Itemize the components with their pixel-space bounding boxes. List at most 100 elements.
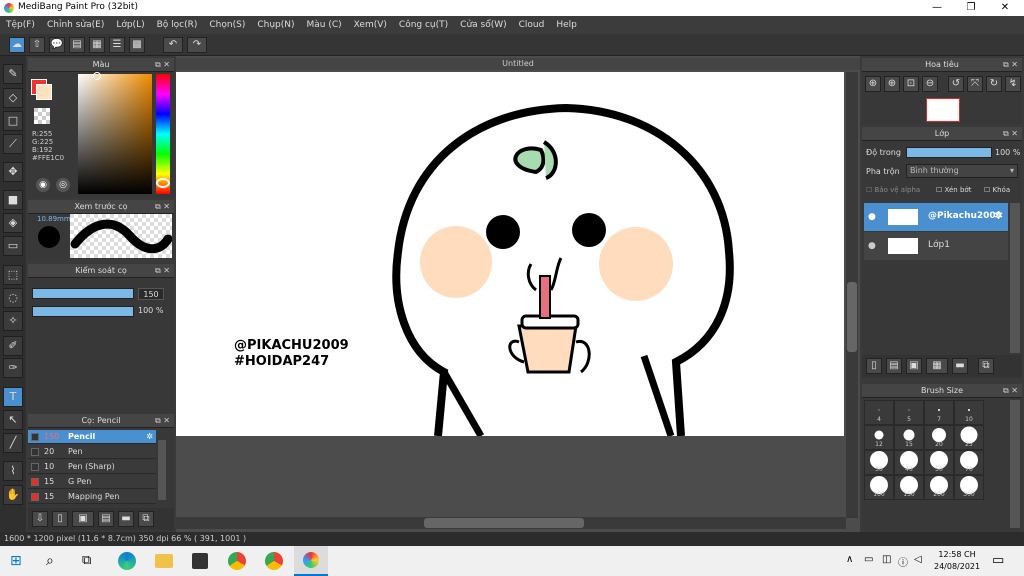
panel-close-icon[interactable]: ⧉ ✕ (1003, 58, 1018, 72)
new-color-layer-icon[interactable]: ▤ (886, 358, 902, 374)
undo-icon[interactable]: ↶ (163, 37, 183, 53)
rotate-left-icon[interactable]: ↺ (948, 76, 964, 92)
brush-size-cell[interactable]: 12 (864, 425, 894, 450)
zoom-out-icon[interactable]: ⊖ (922, 76, 938, 92)
brush-tool-icon[interactable]: ✎ (3, 64, 23, 84)
zoom-in-icon[interactable]: ⊕ (865, 76, 881, 92)
fill-rect-tool-icon[interactable]: ■ (3, 190, 23, 210)
saturation-value-picker[interactable] (78, 74, 152, 194)
brush-size-cell[interactable]: 10 (954, 400, 984, 425)
panel-close-icon[interactable]: ⧉ ✕ (155, 200, 170, 214)
windows-start-icon[interactable]: ⊞ (10, 553, 26, 569)
brush-size-cell[interactable]: 7 (924, 400, 954, 425)
move-tool-icon[interactable]: ✥ (3, 162, 23, 182)
text-tool-icon[interactable]: T (3, 387, 23, 407)
layer-list-scrollbar[interactable] (1010, 203, 1020, 353)
zoom-in-alt-icon[interactable]: ⊕ (884, 76, 900, 92)
operation-tool-icon[interactable]: ↖ (3, 410, 23, 430)
canvas-tab[interactable]: Untitled (176, 58, 860, 70)
select-eraser-tool-icon[interactable]: ✑ (3, 358, 23, 378)
brush-item-g-pen[interactable]: 15 G Pen (28, 475, 156, 489)
panel-close-icon[interactable]: ⧉ ✕ (155, 414, 170, 428)
menu-view[interactable]: Xem(V) (348, 16, 393, 34)
menu-window[interactable]: Cửa sổ(W) (454, 16, 512, 34)
battery-icon[interactable]: ▭ (864, 554, 873, 565)
speaker-icon[interactable]: ◁ (914, 554, 922, 565)
task-view-icon[interactable]: ⧉ (82, 553, 91, 569)
lasso-tool-icon[interactable]: ◌ (3, 288, 23, 308)
chrome-icon[interactable] (228, 552, 246, 570)
bucket-tool-icon[interactable]: ◈ (3, 213, 23, 233)
eyedropper-tool-icon[interactable]: ⌇ (3, 461, 23, 481)
add-brush-menu-icon[interactable]: ▣ (72, 511, 94, 527)
menu-color[interactable]: Màu (C) (301, 16, 348, 34)
chat-icon[interactable]: 💬 (49, 37, 65, 53)
store-icon[interactable] (192, 553, 208, 569)
reset-view-icon[interactable]: ↯ (1005, 76, 1021, 92)
lock-checkbox[interactable]: ☐ Khóa (984, 186, 1010, 194)
eraser-tool-icon[interactable]: ◇ (3, 88, 23, 108)
clock[interactable]: 12:58 CH 24/08/2021 (934, 549, 980, 573)
layer-add-menu-icon[interactable]: ▦ (926, 358, 948, 374)
chevron-up-icon[interactable]: ∧ (846, 554, 853, 565)
search-icon[interactable]: ⌕ (46, 553, 54, 569)
brush-size-cell[interactable]: 150 (894, 475, 924, 500)
panel-close-icon[interactable]: ⧉ ✕ (1003, 384, 1018, 398)
comment-icon[interactable]: ▤ (69, 37, 85, 53)
brush-size-cell[interactable]: 25 (954, 425, 984, 450)
menu-layer[interactable]: Lớp(L) (110, 16, 150, 34)
brush-size-cell[interactable]: 4 (864, 400, 894, 425)
list-icon[interactable]: ☰ (109, 37, 125, 53)
blend-mode-select[interactable]: Bình thường ▾ (906, 164, 1018, 178)
transparent-swatch[interactable] (34, 108, 50, 124)
clip-checkbox[interactable]: ☐ Xén bớt (936, 186, 971, 194)
gear-icon[interactable]: ✲ (994, 209, 1003, 222)
menu-snap[interactable]: Chụp(N) (251, 16, 300, 34)
file-explorer-icon[interactable] (155, 554, 173, 568)
brush-opacity-slider[interactable] (32, 306, 134, 317)
brush-size-cell[interactable]: 300 (954, 475, 984, 500)
duplicate-layer-icon[interactable]: ⧉ (978, 358, 994, 374)
folder-icon[interactable]: ▬ (952, 358, 968, 374)
page-icon[interactable]: ▦ (89, 37, 105, 53)
brush-settings-icon[interactable]: ▤ (98, 511, 114, 527)
language-icon[interactable]: ⓘ (898, 554, 908, 569)
divide-tool-icon[interactable]: ╱ (3, 433, 23, 453)
brush-size-cell[interactable]: 70 (954, 450, 984, 475)
brush-item-pencil[interactable]: 150 Pencil ✲ (28, 430, 156, 444)
pen-curve-tool-icon[interactable]: ⟋ (3, 134, 23, 154)
layer-row[interactable]: ● Lớp1 (864, 232, 1008, 260)
notification-icon[interactable]: ▭ (992, 553, 1004, 568)
brush-size-cell[interactable]: 5 (894, 400, 924, 425)
drawing-canvas[interactable]: @PIKACHU2009 #HOIDAP247 (176, 72, 844, 436)
palette-edit-icon[interactable]: ◎ (56, 178, 70, 192)
canvas-horizontal-scrollbar[interactable] (176, 517, 846, 529)
cloud-download-icon[interactable]: ⇩ (32, 511, 48, 527)
gradient-tool-icon[interactable]: ▭ (3, 236, 23, 256)
brush-item-mapping-pen[interactable]: 15 Mapping Pen (28, 490, 156, 504)
brush-size-cell[interactable]: 30 (864, 450, 894, 475)
brush-item-pen[interactable]: 20 Pen (28, 445, 156, 459)
protect-alpha-checkbox[interactable]: ☐ Bảo vệ alpha (866, 186, 920, 194)
menu-tools[interactable]: Công cụ(T) (393, 16, 454, 34)
gear-icon[interactable]: ✲ (146, 430, 153, 444)
chrome-profile-icon[interactable] (265, 552, 283, 570)
grid-icon[interactable]: ▩ (129, 37, 145, 53)
brush-item-pen-sharp[interactable]: 10 Pen (Sharp) (28, 460, 156, 474)
select-pen-tool-icon[interactable]: ✐ (3, 336, 23, 356)
new-brush-icon[interactable]: ▯ (52, 511, 68, 527)
menu-help[interactable]: Help (550, 16, 583, 34)
eye-icon[interactable]: ● (868, 212, 876, 222)
magic-wand-tool-icon[interactable]: ✧ (3, 311, 23, 331)
panel-close-icon[interactable]: ⧉ ✕ (155, 58, 170, 72)
select-tool-icon[interactable]: ⬚ (3, 265, 23, 285)
menu-edit[interactable]: Chỉnh sửa(E) (41, 16, 110, 34)
brush-list-scrollbar[interactable] (158, 440, 166, 500)
hue-slider[interactable] (156, 74, 170, 194)
new-layer-icon[interactable]: ▯ (866, 358, 882, 374)
brush-size-scrollbar[interactable] (1010, 400, 1020, 528)
minimize-icon[interactable]: — (920, 0, 954, 16)
navigator-thumbnail[interactable] (926, 98, 960, 122)
flip-icon[interactable]: ⤧ (967, 76, 983, 92)
menu-file[interactable]: Tệp(F) (0, 16, 41, 34)
